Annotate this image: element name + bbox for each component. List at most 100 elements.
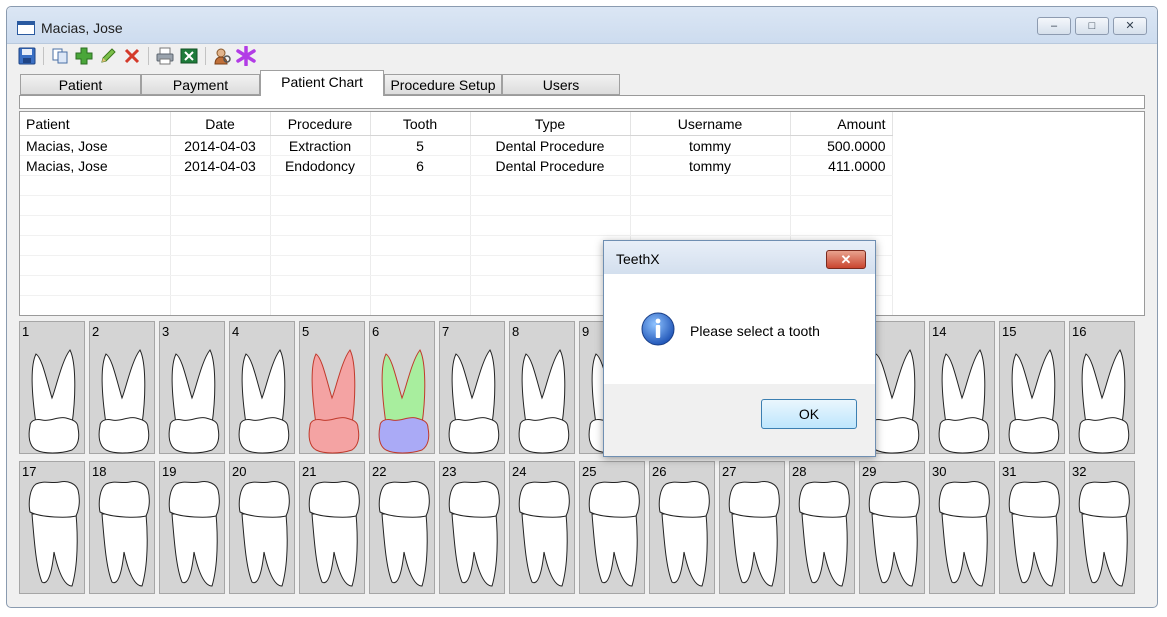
column-header[interactable]: Patient (20, 112, 171, 136)
tooth-root (171, 349, 216, 425)
maximize-button[interactable]: □ (1075, 17, 1109, 35)
app-window: Macias, Jose – □ ✕ Patient Payment Patie… (6, 6, 1158, 608)
tab-patient-chart[interactable]: Patient Chart (260, 70, 384, 96)
tooth-25[interactable]: 25 (579, 461, 645, 594)
dialog-footer: OK (604, 384, 875, 456)
ok-button[interactable]: OK (761, 399, 857, 429)
dialog-title-bar: TeethX ✕ (604, 241, 875, 274)
tooth-16[interactable]: 16 (1069, 321, 1135, 454)
tooth-18[interactable]: 18 (89, 461, 155, 594)
tooth-root (241, 349, 286, 425)
tooth-6[interactable]: 6 (369, 321, 435, 454)
tab-procedure-setup[interactable]: Procedure Setup (384, 74, 502, 95)
tooth-icon (378, 349, 430, 454)
tooth-icon (98, 481, 150, 587)
new-icon[interactable] (236, 46, 256, 66)
add-icon[interactable] (74, 46, 94, 66)
tooth-root (451, 349, 496, 425)
tooth-crown (378, 481, 430, 518)
edit-icon[interactable] (98, 46, 118, 66)
tooth-28[interactable]: 28 (789, 461, 855, 594)
tooth-root (661, 513, 708, 587)
dialog-body: Please select a tooth (604, 274, 875, 384)
tooth-icon (1078, 349, 1130, 454)
tooth-23[interactable]: 23 (439, 461, 505, 594)
tooth-29[interactable]: 29 (859, 461, 925, 594)
tooth-4[interactable]: 4 (229, 321, 295, 454)
tooth-21[interactable]: 21 (299, 461, 365, 594)
tooth-24[interactable]: 24 (509, 461, 575, 594)
cell-procedure: Extraction (270, 135, 371, 156)
tooth-icon (518, 349, 570, 454)
user-icon[interactable] (212, 46, 232, 66)
tooth-8[interactable]: 8 (509, 321, 575, 454)
tooth-5[interactable]: 5 (299, 321, 365, 454)
app-icon (17, 21, 35, 35)
excel-icon[interactable] (179, 46, 199, 66)
tooth-crown (28, 417, 80, 454)
close-button[interactable]: ✕ (1113, 17, 1147, 35)
table-row[interactable] (20, 215, 893, 236)
tooth-14[interactable]: 14 (929, 321, 995, 454)
tooth-7[interactable]: 7 (439, 321, 505, 454)
delete-icon[interactable] (122, 46, 142, 66)
tooth-crown (238, 481, 290, 518)
tooth-icon (28, 481, 80, 587)
procedure-grid[interactable]: Patient Date Procedure Tooth Type Userna… (19, 111, 1145, 316)
cell-type: Dental Procedure (470, 155, 631, 176)
save-icon[interactable] (17, 46, 37, 66)
tooth-crown (938, 417, 990, 454)
cell-date: 2014-04-03 (170, 155, 271, 176)
tooth-17[interactable]: 17 (19, 461, 85, 594)
dialog-close-button[interactable]: ✕ (826, 250, 866, 269)
tooth-15[interactable]: 15 (999, 321, 1065, 454)
copy-icon[interactable] (50, 46, 70, 66)
column-header[interactable]: Username (630, 112, 791, 136)
tooth-icon (518, 481, 570, 587)
tooth-26[interactable]: 26 (649, 461, 715, 594)
tooth-30[interactable]: 30 (929, 461, 995, 594)
tooth-22[interactable]: 22 (369, 461, 435, 594)
tooth-icon (308, 481, 360, 587)
table-row[interactable] (20, 175, 893, 196)
cell-patient: Macias, Jose (20, 155, 171, 176)
tooth-crown (938, 481, 990, 518)
tooth-crown (1078, 417, 1130, 454)
tooth-1[interactable]: 1 (19, 321, 85, 454)
tooth-3[interactable]: 3 (159, 321, 225, 454)
tooth-root (101, 349, 146, 425)
tooth-icon (238, 349, 290, 454)
tooth-27[interactable]: 27 (719, 461, 785, 594)
tooth-19[interactable]: 19 (159, 461, 225, 594)
column-header[interactable]: Date (170, 112, 271, 136)
print-icon[interactable] (155, 46, 175, 66)
tooth-root (521, 513, 568, 587)
table-row[interactable]: Macias, Jose 2014-04-03 Extraction 5 Den… (20, 135, 893, 156)
tab-users[interactable]: Users (502, 74, 620, 95)
cell-tooth: 6 (370, 155, 471, 176)
tooth-icon (378, 481, 430, 587)
column-header[interactable]: Type (470, 112, 631, 136)
title-bar: Macias, Jose – □ ✕ (7, 7, 1157, 44)
tooth-icon (238, 481, 290, 587)
tooth-31[interactable]: 31 (999, 461, 1065, 594)
tooth-crown (448, 417, 500, 454)
filter-bar[interactable] (19, 95, 1145, 109)
tooth-root (451, 513, 498, 587)
tooth-root (871, 349, 916, 425)
minimize-button[interactable]: – (1037, 17, 1071, 35)
column-header[interactable]: Amount (790, 112, 893, 136)
tab-payment[interactable]: Payment (141, 74, 260, 95)
tooth-root (171, 513, 218, 587)
column-header[interactable]: Procedure (270, 112, 371, 136)
table-row[interactable]: Macias, Jose 2014-04-03 Endodoncy 6 Dent… (20, 155, 893, 176)
tooth-20[interactable]: 20 (229, 461, 295, 594)
tab-patient[interactable]: Patient (20, 74, 141, 95)
table-row[interactable] (20, 195, 893, 216)
tooth-32[interactable]: 32 (1069, 461, 1135, 594)
column-header[interactable]: Tooth (370, 112, 471, 136)
tooth-2[interactable]: 2 (89, 321, 155, 454)
tooth-icon (658, 481, 710, 587)
tooth-crown (238, 417, 290, 454)
tooth-icon (308, 349, 360, 454)
